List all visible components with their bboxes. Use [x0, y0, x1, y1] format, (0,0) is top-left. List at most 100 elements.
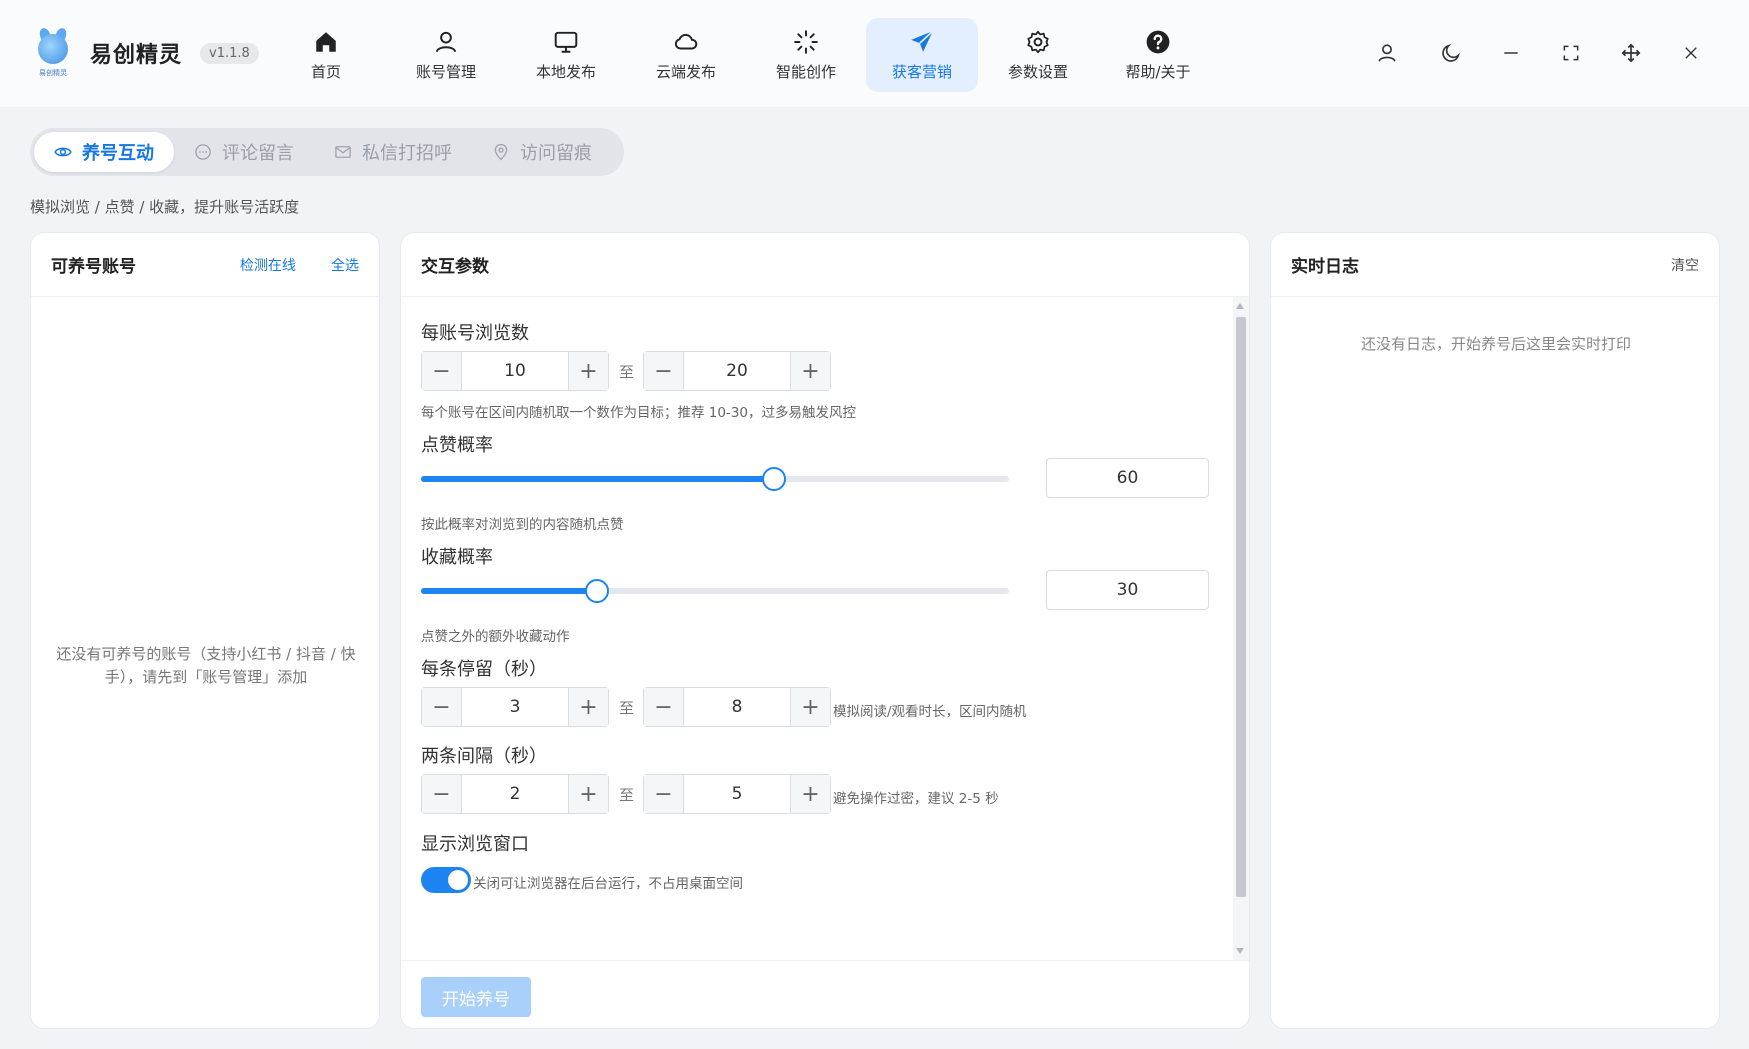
tab-visit-trace[interactable]: 访问留痕 [472, 132, 612, 172]
nav-label: 账号管理 [415, 62, 476, 81]
stepper-value[interactable]: 2 [462, 775, 568, 813]
nav-label: 帮助/关于 [1125, 62, 1191, 81]
help-icon [1146, 30, 1170, 53]
move-button[interactable] [1618, 40, 1644, 66]
decrement-button[interactable]: − [422, 775, 462, 813]
app-logo: 易创精灵 [30, 26, 76, 78]
browse-count-min-stepper: − 10 + [421, 351, 609, 391]
log-panel-title: 实时日志 [1291, 257, 1359, 277]
fullscreen-icon [1563, 45, 1579, 61]
decrement-button[interactable]: − [644, 688, 684, 726]
scrollbar-thumb[interactable] [1236, 317, 1246, 897]
like-rate-input[interactable]: 60 [1046, 458, 1209, 498]
nav-cloud-publish[interactable]: 云端发布 [626, 18, 746, 92]
window-controls [1374, 40, 1704, 66]
select-all-link[interactable]: 全选 [331, 258, 359, 274]
slider-thumb[interactable] [762, 467, 786, 491]
scroll-up-arrow[interactable] [1236, 303, 1244, 309]
increment-button[interactable]: + [790, 775, 830, 813]
log-panel: 实时日志 清空 还没有日志，开始养号后这里会实时打印 [1270, 232, 1720, 1029]
stepper-value[interactable]: 3 [462, 688, 568, 726]
params-panel: 交互参数 每账号浏览数 − 10 + 至 − 20 + 每个账号在区间内随机取一… [400, 232, 1250, 1029]
check-online-link[interactable]: 检测在线 [240, 258, 296, 274]
nav-home[interactable]: 首页 [266, 18, 386, 92]
title-bar: 易创精灵 易创精灵 v1.1.8 首页 账号管理 本地发布 云端发布 智能创作 … [0, 0, 1749, 108]
monitor-icon [554, 31, 578, 53]
tab-label: 评论留言 [222, 143, 294, 164]
scroll-down-arrow[interactable] [1236, 948, 1244, 954]
nav-accounts[interactable]: 账号管理 [386, 18, 506, 92]
accounts-empty-state: 还没有可养号的账号（支持小红书 / 抖音 / 快手），请先到「账号管理」添加 [56, 645, 356, 686]
increment-button[interactable]: + [568, 352, 608, 390]
stay-seconds-max-stepper: − 8 + [643, 687, 831, 727]
clear-log-link[interactable]: 清空 [1671, 255, 1699, 275]
show-window-toggle[interactable] [421, 867, 471, 893]
stepper-value[interactable]: 8 [684, 688, 790, 726]
nav-label: 获客营销 [891, 62, 952, 81]
like-rate-slider[interactable] [421, 458, 1009, 498]
log-empty-state: 还没有日志，开始养号后这里会实时打印 [1360, 335, 1631, 353]
stepper-value[interactable]: 5 [684, 775, 790, 813]
stay-seconds-label: 每条停留（秒） [421, 659, 547, 680]
interval-seconds-max-stepper: − 5 + [643, 774, 831, 814]
interval-seconds-label: 两条间隔（秒） [421, 746, 547, 767]
show-window-label: 显示浏览窗口 [421, 834, 529, 855]
like-rate-hint: 按此概率对浏览到的内容随机点赞 [421, 517, 624, 533]
slider-thumb[interactable] [585, 579, 609, 603]
decrement-button[interactable]: − [422, 688, 462, 726]
log-panel-header: 实时日志 清空 [1271, 233, 1719, 297]
params-scrollbar[interactable] [1233, 297, 1249, 960]
stepper-value[interactable]: 20 [684, 352, 790, 390]
nav-label: 云端发布 [655, 62, 716, 81]
decrement-button[interactable]: − [644, 775, 684, 813]
home-icon [316, 31, 336, 52]
fullscreen-button[interactable] [1558, 40, 1584, 66]
increment-button[interactable]: + [790, 352, 830, 390]
nav-label: 参数设置 [1007, 62, 1068, 81]
minimize-button[interactable] [1498, 40, 1524, 66]
profile-icon [1378, 44, 1396, 62]
favorite-rate-input[interactable]: 30 [1046, 570, 1209, 610]
decrement-button[interactable]: − [644, 352, 684, 390]
nav-local-publish[interactable]: 本地发布 [506, 18, 626, 92]
increment-button[interactable]: + [568, 688, 608, 726]
tab-label: 私信打招呼 [362, 143, 452, 164]
range-to-label: 至 [619, 786, 635, 804]
user-icon [435, 31, 457, 52]
version-badge: v1.1.8 [200, 42, 259, 64]
stepper-value[interactable]: 10 [462, 352, 568, 390]
start-nurture-button[interactable]: 开始养号 [421, 977, 531, 1017]
show-window-hint: 关闭可让浏览器在后台运行，不占用桌面空间 [473, 876, 743, 892]
increment-button[interactable]: + [568, 775, 608, 813]
nav-help[interactable]: 帮助/关于 [1098, 18, 1218, 92]
accounts-panel-header: 可养号账号 检测在线 全选 [31, 233, 379, 297]
mail-icon [335, 146, 351, 158]
location-icon [494, 143, 508, 161]
favorite-rate-slider[interactable] [421, 570, 1009, 610]
close-button[interactable] [1678, 40, 1704, 66]
nav-ai-create[interactable]: 智能创作 [746, 18, 866, 92]
feature-tabs: 养号互动 评论留言 私信打招呼 访问留痕 [30, 128, 624, 176]
params-panel-header: 交互参数 [401, 233, 1249, 297]
profile-button[interactable] [1374, 40, 1400, 66]
increment-button[interactable]: + [790, 688, 830, 726]
gear-icon [1027, 30, 1049, 53]
close-icon [1685, 47, 1697, 59]
move-icon [1621, 43, 1641, 63]
slider-fill [421, 588, 597, 594]
params-footer: 开始养号 [401, 960, 1249, 1028]
decrement-button[interactable]: − [422, 352, 462, 390]
tab-comments[interactable]: 评论留言 [174, 132, 314, 172]
stay-seconds-hint: 模拟阅读/观看时长，区间内随机 [833, 704, 1027, 720]
nav-label: 本地发布 [535, 62, 596, 81]
tab-account-nurture[interactable]: 养号互动 [34, 132, 174, 172]
nav-marketing[interactable]: 获客营销 [866, 18, 978, 92]
comment-icon [195, 144, 211, 160]
theme-toggle-button[interactable] [1438, 40, 1464, 66]
tab-direct-message[interactable]: 私信打招呼 [314, 132, 472, 172]
cloud-icon [674, 33, 698, 49]
nav-settings[interactable]: 参数设置 [978, 18, 1098, 92]
interval-seconds-min-stepper: − 2 + [421, 774, 609, 814]
params-scroll-area: 每账号浏览数 − 10 + 至 − 20 + 每个账号在区间内随机取一个数作为目… [401, 297, 1233, 960]
nav-label: 智能创作 [775, 62, 836, 81]
